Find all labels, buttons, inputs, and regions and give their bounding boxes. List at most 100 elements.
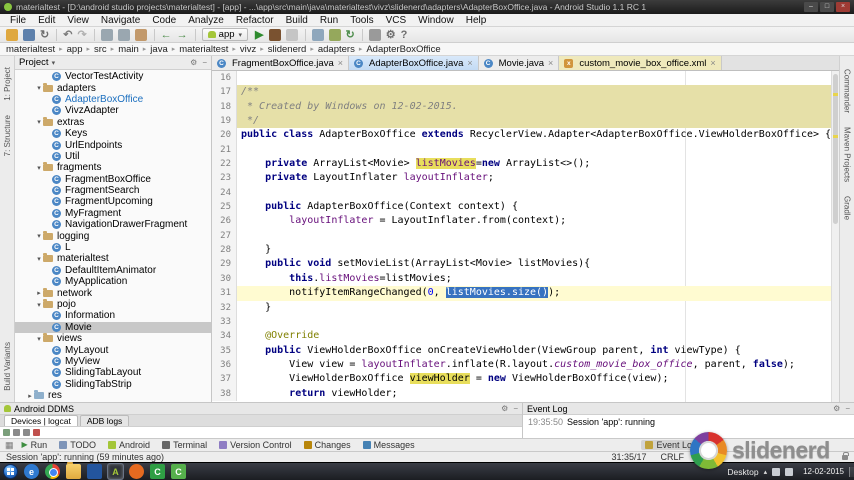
tool-stripe-button[interactable]: Maven Projects	[843, 127, 852, 182]
code-line[interactable]: 31 notifyItemRangeChanged(0, listMovies.…	[212, 286, 839, 301]
desktop-toolbar[interactable]: Desktop	[727, 467, 758, 477]
tree-item-FragmentUpcoming[interactable]: C FragmentUpcoming	[15, 196, 211, 207]
tree-item-NavigationDrawerFragment[interactable]: C NavigationDrawerFragment	[15, 219, 211, 230]
menu-item-help[interactable]: Help	[460, 15, 493, 26]
tree-toggle-icon[interactable]: ▾	[35, 164, 43, 172]
tool-window-button-run[interactable]: ▶ Run	[22, 440, 48, 450]
close-icon[interactable]: ×	[548, 58, 553, 68]
breadcrumb-item-java[interactable]: java	[150, 44, 167, 55]
code-line[interactable]: 27	[212, 228, 839, 244]
warning-stripe-mark[interactable]	[833, 135, 838, 138]
tree-item-extras[interactable]: ▾ extras	[15, 116, 211, 128]
code-line[interactable]: 21	[212, 142, 839, 158]
menu-item-window[interactable]: Window	[412, 15, 460, 26]
maximize-button[interactable]: □	[820, 2, 834, 12]
stop-icon[interactable]	[285, 28, 298, 41]
menu-item-analyze[interactable]: Analyze	[182, 15, 230, 26]
menu-item-vcs[interactable]: VCS	[380, 15, 413, 26]
breadcrumb-item-vivz[interactable]: vivz	[240, 44, 256, 55]
code-line[interactable]: 17/**	[212, 85, 839, 100]
tool-stripe-button[interactable]: Build Variants	[3, 342, 12, 391]
redo-icon[interactable]: ↷	[77, 29, 86, 41]
chevron-down-icon[interactable]: ▾	[52, 59, 56, 67]
tool-stripe-button[interactable]: 1: Project	[3, 67, 12, 101]
warning-stripe-mark[interactable]	[833, 93, 838, 96]
tree-toggle-icon[interactable]: ▾	[35, 232, 43, 240]
code-line[interactable]: 34 @Override	[212, 329, 839, 344]
tree-item-DefaultItemAnimator[interactable]: C DefaultItemAnimator	[15, 265, 211, 276]
tree-item-L[interactable]: CL	[15, 242, 211, 253]
tree-item-MyView[interactable]: C MyView	[15, 356, 211, 367]
breadcrumb-item-materialtest[interactable]: materialtest	[179, 44, 228, 55]
menu-item-run[interactable]: Run	[314, 15, 344, 26]
tool-window-button-terminal[interactable]: Terminal	[162, 440, 207, 450]
code-line[interactable]: 33	[212, 314, 839, 330]
tree-toggle-icon[interactable]: ▾	[35, 84, 43, 92]
tree-item-views[interactable]: ▾ views	[15, 333, 211, 344]
tree-toggle-icon[interactable]: ▸	[26, 392, 34, 400]
tree-toggle-icon[interactable]: ▾	[35, 301, 43, 309]
breadcrumb-item-slidenerd[interactable]: slidenerd	[268, 44, 307, 55]
tool-stripe-button[interactable]: Commander	[843, 69, 852, 113]
tab-Movie.java[interactable]: C Movie.java ×	[478, 56, 560, 70]
help-icon[interactable]: ?	[401, 29, 408, 41]
tree-toggle-icon[interactable]: ▸	[35, 289, 43, 297]
open-icon[interactable]	[6, 28, 18, 41]
tab-AdapterBoxOffice.java[interactable]: C AdapterBoxOffice.java ×	[349, 56, 479, 70]
code-line[interactable]: 35 public ViewHolderBoxOffice onCreateVi…	[212, 343, 839, 358]
code-line[interactable]: 28 }	[212, 243, 839, 258]
menu-item-refactor[interactable]: Refactor	[230, 15, 280, 26]
network-icon[interactable]	[772, 467, 781, 476]
scrollbar-thumb[interactable]	[833, 74, 838, 224]
code-line[interactable]: 20 public class AdapterBoxOffice extends …	[212, 128, 839, 143]
code-line[interactable]: 22 private ArrayList<Movie> listMovies=n…	[212, 157, 839, 172]
tree-toggle-icon[interactable]: ▾	[35, 335, 43, 343]
avd-manager-icon[interactable]	[311, 28, 324, 41]
project-structure-icon[interactable]	[368, 28, 381, 41]
cut-icon[interactable]	[100, 28, 113, 41]
breadcrumb-item-app[interactable]: app	[67, 44, 83, 55]
blue-app-icon[interactable]	[87, 464, 102, 479]
tool-window-button-todo[interactable]: TODO	[59, 440, 96, 450]
layout-inspector-icon[interactable]	[23, 429, 30, 436]
file-explorer-icon[interactable]	[66, 462, 81, 479]
minimize-button[interactable]: –	[804, 2, 818, 12]
breadcrumb-item-src[interactable]: src	[94, 44, 107, 55]
ddms-tab-adb-logs[interactable]: ADB logs	[79, 415, 130, 426]
run-configuration-selector[interactable]: app ▾	[201, 28, 249, 41]
tool-window-button-messages[interactable]: Messages	[362, 440, 415, 450]
code-area[interactable]: 16 17/** 18 * Created by Windows on 12-02-…	[212, 71, 839, 402]
tool-window-button-event-log[interactable]: Event Log	[641, 440, 701, 450]
lock-icon[interactable]	[842, 451, 849, 460]
tree-item-MyFragment[interactable]: C MyFragment	[15, 208, 211, 219]
video-capture-icon[interactable]	[13, 429, 20, 436]
tool-window-button-changes[interactable]: Changes	[303, 440, 351, 450]
forward-icon[interactable]: →	[177, 29, 188, 41]
code-line[interactable]: 32 }	[212, 300, 839, 315]
code-line[interactable]: 19 */	[212, 114, 839, 129]
run-icon[interactable]: ▶	[255, 29, 263, 41]
tree-item-logging[interactable]: ▾ logging	[15, 230, 211, 242]
debug-icon[interactable]	[268, 28, 281, 41]
show-desktop-button[interactable]	[849, 466, 854, 477]
tree-item-MyApplication[interactable]: C MyApplication	[15, 276, 211, 287]
tree-item-Movie[interactable]: C Movie	[15, 321, 211, 333]
editor-scrollbar[interactable]	[831, 71, 839, 402]
close-icon[interactable]: ×	[338, 58, 343, 68]
menu-item-build[interactable]: Build	[280, 15, 314, 26]
breadcrumb-item-AdapterBoxOffice[interactable]: AdapterBoxOffice	[366, 44, 440, 55]
tree-toggle-icon[interactable]: ▾	[35, 118, 43, 126]
tree-item-Information[interactable]: C Information	[15, 310, 211, 321]
tree-item-adapters[interactable]: ▾ adapters	[15, 82, 211, 94]
copy-icon[interactable]	[117, 28, 130, 41]
tree-item-Util[interactable]: C Util	[15, 151, 211, 162]
menu-item-tools[interactable]: Tools	[344, 15, 379, 26]
tree-item-fragments[interactable]: ▾ fragments	[15, 162, 211, 173]
terminate-icon[interactable]	[33, 429, 40, 436]
minimize-icon[interactable]: −	[845, 404, 850, 413]
menu-item-navigate[interactable]: Navigate	[95, 15, 146, 26]
code-line[interactable]: 24	[212, 185, 839, 201]
settings-icon[interactable]: ⚙	[833, 404, 840, 413]
tree-item-SlidingTabStrip[interactable]: C SlidingTabStrip	[15, 379, 211, 390]
tree-item-VectorTestActivity[interactable]: C VectorTestActivity	[15, 71, 211, 82]
